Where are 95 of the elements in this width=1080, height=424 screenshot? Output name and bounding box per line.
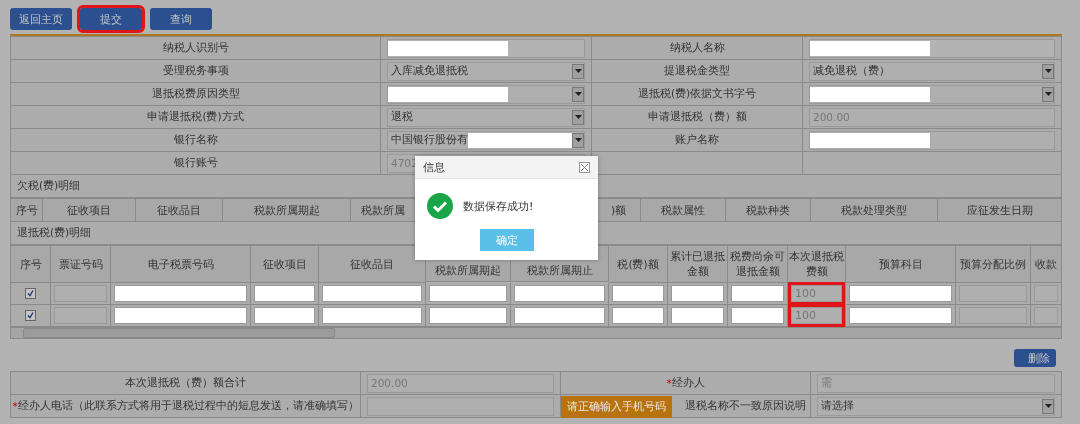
caret-icon bbox=[1044, 69, 1052, 73]
dropdown-field[interactable] bbox=[387, 84, 585, 104]
column-header: 收款 bbox=[1031, 246, 1062, 283]
column-header: 税款种类 bbox=[726, 199, 811, 222]
column-header: 税款处理类型 bbox=[811, 199, 938, 222]
input-field[interactable] bbox=[731, 307, 784, 324]
check-icon bbox=[27, 290, 34, 297]
dropdown-button[interactable] bbox=[1042, 398, 1054, 414]
input-field[interactable] bbox=[322, 307, 422, 324]
dropdown-button[interactable] bbox=[572, 86, 584, 102]
input-field[interactable] bbox=[731, 285, 784, 302]
label-text: 提退税金类型 bbox=[664, 64, 730, 78]
column-header: 征收项目 bbox=[43, 199, 136, 222]
dropdown-field[interactable]: 请选择 bbox=[817, 396, 1055, 416]
caret-icon bbox=[1044, 92, 1052, 96]
toolbar-button[interactable]: 返回主页 bbox=[10, 8, 72, 30]
column-header: 序号 bbox=[11, 199, 43, 222]
dropdown-field[interactable] bbox=[809, 84, 1055, 104]
column-header: 预算分配比例 bbox=[956, 246, 1031, 283]
dialog-title: 信息 bbox=[423, 159, 445, 175]
input-field[interactable] bbox=[429, 285, 507, 302]
label-text: 本次退抵税（费）额合计 bbox=[125, 376, 246, 390]
dropdown-button[interactable] bbox=[572, 132, 584, 148]
toolbar-button[interactable]: 提交 bbox=[80, 8, 142, 30]
column-header: 电子税票号码 bbox=[111, 246, 251, 283]
column-header: 征收品目 bbox=[319, 246, 426, 283]
dropdown-button[interactable] bbox=[1042, 63, 1054, 79]
checkbox[interactable] bbox=[25, 288, 36, 299]
input-field[interactable] bbox=[849, 285, 952, 302]
column-header: 本次退抵税费额 bbox=[788, 246, 846, 283]
close-button[interactable] bbox=[579, 161, 590, 173]
caret-icon bbox=[574, 92, 582, 96]
dropdown-button[interactable] bbox=[572, 109, 584, 125]
input-field[interactable] bbox=[114, 307, 247, 324]
input-field[interactable] bbox=[809, 130, 1055, 150]
column-header: 税款属性 bbox=[641, 199, 726, 222]
required-mark: * bbox=[666, 377, 672, 389]
input-field[interactable] bbox=[114, 285, 247, 302]
label-text: 申请退抵税(费)方式 bbox=[147, 110, 244, 124]
column-header: 预算科目 bbox=[846, 246, 956, 283]
caret-icon bbox=[1044, 404, 1052, 408]
input-field[interactable] bbox=[322, 285, 422, 302]
column-header: 征收项目 bbox=[251, 246, 319, 283]
caret-icon bbox=[574, 138, 582, 142]
input-field[interactable] bbox=[514, 285, 605, 302]
column-header: 应征发生日期 bbox=[938, 199, 1062, 222]
input-field[interactable] bbox=[809, 38, 1055, 58]
label-text: 纳税人名称 bbox=[669, 41, 725, 55]
column-header: 税(费)额 bbox=[609, 246, 668, 283]
column-header: 累计已退抵金额 bbox=[668, 246, 728, 283]
column-header: 票证号码 bbox=[51, 246, 111, 283]
caret-icon bbox=[574, 69, 582, 73]
label-text: 银行账号 bbox=[173, 156, 218, 170]
toolbar-button[interactable]: 查询 bbox=[150, 8, 212, 30]
dropdown-field[interactable]: 退税 bbox=[387, 107, 585, 127]
caret-icon bbox=[574, 115, 582, 119]
input-field[interactable] bbox=[367, 396, 554, 416]
check-icon bbox=[27, 312, 34, 319]
dropdown-field[interactable]: 入库减免退抵税 bbox=[387, 61, 585, 81]
dropdown-field[interactable]: 中国银行股份有 bbox=[387, 130, 585, 150]
input-field[interactable] bbox=[849, 307, 952, 324]
label-text: 经办人 bbox=[671, 376, 705, 390]
input-field[interactable] bbox=[612, 307, 664, 324]
tooltip: 请正确输入手机号码 bbox=[561, 396, 672, 418]
dropdown-button[interactable] bbox=[1042, 86, 1054, 102]
label-text: 申请退抵税（费）额 bbox=[647, 110, 747, 124]
input-field[interactable] bbox=[254, 285, 315, 302]
label-text: 账户名称 bbox=[675, 133, 719, 147]
label-text: 受理税务事项 bbox=[162, 64, 229, 78]
scrollbar-thumb[interactable] bbox=[23, 328, 335, 338]
input-field[interactable] bbox=[671, 285, 724, 302]
column-header: 序号 bbox=[11, 246, 51, 283]
dropdown-field[interactable]: 减免退税（费） bbox=[809, 61, 1055, 81]
label-text: 退税名称不一致原因说明 bbox=[685, 399, 806, 413]
input-field[interactable] bbox=[612, 285, 664, 302]
dropdown-button[interactable] bbox=[572, 63, 584, 79]
label-text: 银行名称 bbox=[173, 133, 218, 147]
input-field[interactable] bbox=[429, 307, 507, 324]
label-text: 退抵税(费)依据文书字号 bbox=[637, 87, 757, 101]
delete-button[interactable]: 删除 bbox=[1014, 349, 1056, 367]
column-header: 税款所属期起 bbox=[223, 199, 351, 222]
input-field[interactable] bbox=[671, 307, 724, 324]
input-field[interactable] bbox=[514, 307, 605, 324]
label-text: 退抵税费原因类型 bbox=[151, 87, 240, 101]
close-icon bbox=[581, 163, 588, 171]
input-field[interactable] bbox=[387, 38, 585, 58]
required-mark: * bbox=[12, 400, 18, 412]
checkbox[interactable] bbox=[25, 310, 36, 321]
label-text: 经办人电话（此联系方式将用于退税过程中的短息发送，请准确填写） bbox=[17, 399, 359, 413]
input-field[interactable] bbox=[254, 307, 315, 324]
column-header: 征收品目 bbox=[136, 199, 223, 222]
label-text: 纳税人识别号 bbox=[162, 41, 229, 55]
horizontal-scrollbar[interactable] bbox=[10, 327, 1062, 339]
success-check-icon bbox=[427, 193, 453, 219]
column-header: 税费尚余可退抵金额 bbox=[728, 246, 788, 283]
